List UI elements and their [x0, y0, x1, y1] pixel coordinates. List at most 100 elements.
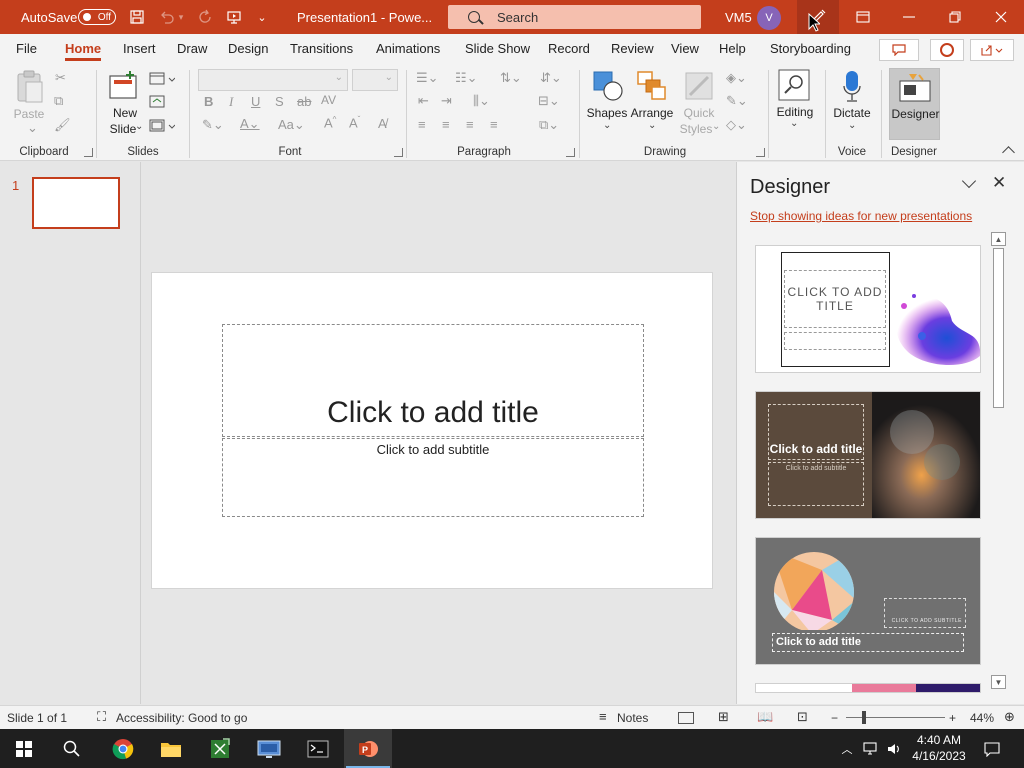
- tab-transitions[interactable]: Transitions: [290, 34, 353, 64]
- align-center-icon[interactable]: ≡: [442, 117, 450, 132]
- powerpoint-icon[interactable]: P: [344, 729, 392, 768]
- restore-icon[interactable]: [932, 0, 978, 34]
- font-name-input[interactable]: ⌄: [198, 69, 348, 91]
- decrease-font-icon[interactable]: Aˇ: [349, 115, 360, 130]
- save-icon[interactable]: [126, 0, 148, 34]
- minimize-icon[interactable]: [886, 0, 932, 34]
- remote-desktop-icon[interactable]: [246, 729, 292, 768]
- bold-icon[interactable]: B: [204, 94, 213, 109]
- tab-animations[interactable]: Animations: [376, 34, 440, 64]
- paragraph-launcher-icon[interactable]: [566, 148, 575, 157]
- align-right-icon[interactable]: ≡: [466, 117, 474, 132]
- reading-view-icon[interactable]: 📖: [757, 709, 773, 725]
- zoom-level[interactable]: 44%: [970, 711, 994, 725]
- accessibility-icon[interactable]: ⛶: [97, 709, 106, 725]
- tab-slide-show[interactable]: Slide Show: [465, 34, 530, 64]
- show-hidden-icons-icon[interactable]: ︿: [838, 729, 856, 768]
- shape-outline-icon[interactable]: ✎⌄: [726, 93, 748, 109]
- scroll-down-icon[interactable]: ▼: [991, 675, 1006, 689]
- reset-icon[interactable]: [149, 95, 165, 112]
- title-placeholder[interactable]: Click to add title: [222, 324, 644, 437]
- autosave-toggle[interactable]: Off: [78, 9, 116, 25]
- undo-icon[interactable]: [156, 0, 178, 34]
- numbering-icon[interactable]: ☷⌄: [455, 70, 478, 86]
- new-slide-dropdown-icon[interactable]: ⌄: [135, 121, 143, 132]
- font-size-input[interactable]: ⌄: [352, 69, 398, 91]
- undo-dropdown-icon[interactable]: ▾: [176, 0, 186, 34]
- text-direction-icon[interactable]: ⇵⌄: [540, 70, 562, 86]
- tab-help[interactable]: Help: [719, 34, 746, 64]
- scroll-up-icon[interactable]: ▲: [991, 232, 1006, 246]
- fit-to-window-icon[interactable]: ⊕: [1004, 709, 1015, 725]
- font-size-dropdown-icon[interactable]: ⌄: [385, 72, 393, 83]
- line-spacing-icon[interactable]: ⇅⌄: [500, 70, 522, 86]
- subtitle-placeholder[interactable]: Click to add subtitle: [222, 438, 644, 517]
- change-case-icon[interactable]: Aa⌄: [278, 117, 305, 133]
- drawing-launcher-icon[interactable]: [756, 148, 765, 157]
- editing-icon[interactable]: [778, 69, 810, 104]
- close-icon[interactable]: [978, 0, 1024, 34]
- record-icon[interactable]: [930, 39, 964, 61]
- comments-icon[interactable]: [879, 39, 919, 61]
- present-from-start-icon[interactable]: [223, 0, 245, 34]
- zoom-out-button[interactable]: −: [831, 711, 838, 725]
- section-icon[interactable]: [149, 119, 176, 136]
- zoom-slider-thumb[interactable]: [862, 711, 866, 724]
- tab-design[interactable]: Design: [228, 34, 268, 64]
- new-slide-icon[interactable]: [108, 70, 140, 103]
- align-left-icon[interactable]: ≡: [418, 117, 426, 132]
- network-icon[interactable]: [860, 729, 882, 768]
- design-idea-2[interactable]: Click to add title Click to add subtitle: [755, 391, 981, 519]
- microphone-icon[interactable]: [843, 70, 861, 107]
- designer-button[interactable]: Designer: [889, 68, 940, 140]
- quick-styles-icon[interactable]: [684, 71, 714, 104]
- notes-button[interactable]: Notes: [617, 711, 648, 725]
- shadow-icon[interactable]: S: [275, 94, 284, 109]
- ribbon-display-icon[interactable]: [840, 0, 886, 34]
- chevron-down-icon[interactable]: [961, 173, 977, 189]
- character-spacing-icon[interactable]: AV: [321, 93, 336, 107]
- design-idea-3[interactable]: CLICK TO ADD SUBTITLE Click to add title: [755, 537, 981, 665]
- dictate-dropdown-icon[interactable]: ⌄: [848, 120, 856, 131]
- format-painter-icon[interactable]: 🖌: [54, 117, 71, 133]
- normal-view-icon[interactable]: [678, 712, 694, 724]
- volume-icon[interactable]: [884, 729, 906, 768]
- font-launcher-icon[interactable]: [394, 148, 403, 157]
- align-text-icon[interactable]: ⊟⌄: [538, 93, 560, 109]
- search-taskbar-icon[interactable]: [48, 729, 96, 768]
- slide-canvas[interactable]: Click to add title Click to add subtitle: [151, 272, 713, 589]
- cut-icon[interactable]: ✂: [55, 70, 66, 86]
- shape-fill-icon[interactable]: ◈⌄: [726, 70, 747, 86]
- justify-icon[interactable]: ≡: [490, 117, 498, 132]
- tab-home[interactable]: Home: [65, 34, 102, 64]
- zoom-in-button[interactable]: +: [949, 711, 956, 725]
- columns-icon[interactable]: ⫼⌄: [473, 93, 490, 109]
- highlight-icon[interactable]: ✎⌄: [202, 117, 224, 133]
- increase-font-icon[interactable]: A^: [324, 115, 336, 130]
- close-pane-icon[interactable]: ✕: [992, 173, 1006, 193]
- start-icon[interactable]: [0, 729, 48, 768]
- customize-qat-icon[interactable]: ⌄: [251, 0, 273, 34]
- increase-indent-icon[interactable]: ⇥: [441, 93, 452, 109]
- tab-record[interactable]: Record: [548, 34, 590, 64]
- bullets-icon[interactable]: ☰⌄: [416, 70, 439, 86]
- design-idea-4[interactable]: [755, 683, 981, 693]
- font-color-icon[interactable]: A⌄: [240, 116, 260, 132]
- share-icon[interactable]: [970, 39, 1014, 61]
- arrange-dropdown-icon[interactable]: ⌄: [648, 120, 656, 131]
- arrange-icon[interactable]: [637, 71, 667, 104]
- accessibility-status[interactable]: Accessibility: Good to go: [116, 711, 247, 725]
- editing-dropdown-icon[interactable]: ⌄: [790, 118, 798, 129]
- excel-like-icon[interactable]: [197, 729, 243, 768]
- slide-show-icon[interactable]: ⊡: [797, 709, 808, 725]
- search-box[interactable]: Search: [448, 5, 701, 29]
- notifications-icon[interactable]: [980, 729, 1004, 768]
- tab-view[interactable]: View: [671, 34, 699, 64]
- slide-sorter-icon[interactable]: ⊞: [718, 709, 729, 725]
- stop-showing-ideas-link[interactable]: Stop showing ideas for new presentations: [750, 209, 972, 223]
- design-idea-1[interactable]: CLICK TO ADD TITLE: [755, 245, 981, 373]
- paste-icon[interactable]: [14, 70, 46, 107]
- scrollbar-thumb[interactable]: [993, 248, 1004, 408]
- slide-thumbnail[interactable]: [32, 177, 120, 229]
- terminal-icon[interactable]: [295, 729, 341, 768]
